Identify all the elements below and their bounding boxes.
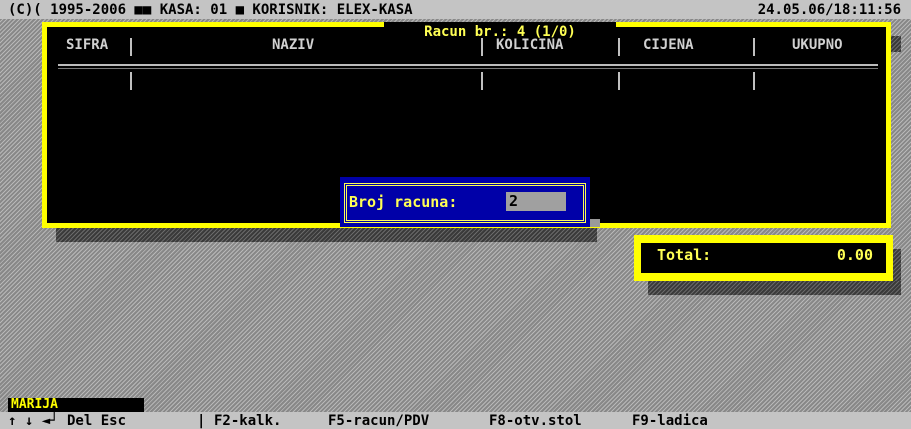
f5-racun-pdv-key[interactable]: F5-racun/PDV	[328, 414, 429, 428]
header-divider-secondary	[58, 68, 878, 69]
column-separator	[618, 72, 620, 90]
function-key-bar: ↑ ↓ ◄┘ Del Esc | F2-kalk. F5-racun/PDV F…	[0, 412, 911, 429]
date-time-text: 24.05.06/18:11:56	[757, 2, 901, 18]
receipt-panel-shadow	[56, 228, 597, 242]
status-bar-separator: |	[197, 413, 206, 429]
navigation-keys-hint: ↑ ↓ ◄┘ Del Esc	[8, 413, 127, 429]
column-header-cijena: CIJENA	[643, 37, 694, 53]
f2-kalk-key[interactable]: F2-kalk.	[214, 414, 281, 428]
dialog-shadow	[590, 219, 600, 227]
f9-ladica-key[interactable]: F9-ladica	[632, 414, 708, 428]
column-separator	[481, 38, 483, 56]
user-name: MARIJA	[11, 397, 58, 412]
receipt-panel-shadow-right	[891, 36, 901, 52]
app-info-text: (C)( 1995-2006 ■■ KASA: 01 ■ KORISNIK: E…	[8, 2, 413, 18]
header-divider	[58, 64, 878, 66]
column-separator	[130, 72, 132, 90]
column-separator	[753, 38, 755, 56]
total-value: 0.00	[836, 246, 873, 264]
top-title-bar: (C)( 1995-2006 ■■ KASA: 01 ■ KORISNIK: E…	[0, 0, 911, 19]
total-box-shadow-right	[893, 249, 901, 281]
column-separator	[618, 38, 620, 56]
user-badge: MARIJA	[8, 398, 144, 412]
total-box-shadow	[648, 281, 901, 295]
column-separator	[753, 72, 755, 90]
column-header-kolicina: KOLICINA	[496, 37, 564, 53]
receipt-number-input[interactable]: 2	[506, 192, 566, 211]
column-header-sifra: SIFRA	[66, 37, 109, 53]
column-header-naziv: NAZIV	[272, 37, 315, 53]
receipt-number-label: Broj racuna:	[349, 193, 458, 211]
f8-otv-stol-key[interactable]: F8-otv.stol	[489, 414, 582, 428]
column-separator	[130, 38, 132, 56]
column-header-ukupno: UKUPNO	[792, 37, 843, 53]
total-label: Total:	[657, 246, 712, 264]
column-separator	[481, 72, 483, 90]
